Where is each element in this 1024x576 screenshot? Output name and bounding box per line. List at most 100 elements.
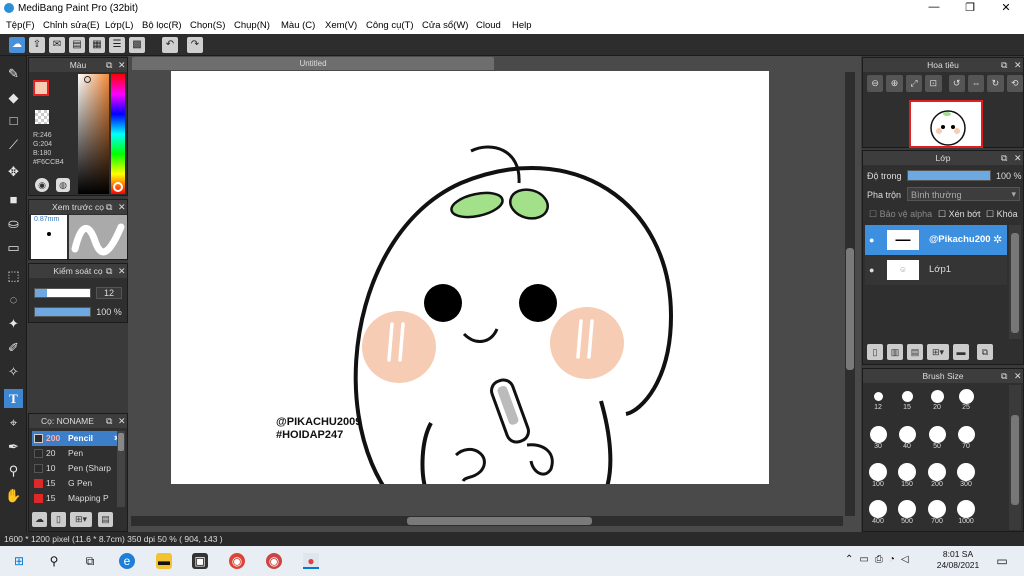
rotate-right-icon[interactable]: ↻ <box>987 75 1004 92</box>
edge-icon[interactable]: e <box>119 553 135 569</box>
protect-alpha-checkbox[interactable]: ☐ Bảo vệ alpha <box>869 209 932 220</box>
folder-icon[interactable]: ▬ <box>953 344 969 360</box>
close-button[interactable]: ✕ <box>996 1 1016 14</box>
search-icon[interactable]: ⚲ <box>46 553 62 569</box>
rotate-left-icon[interactable]: ↺ <box>948 75 965 92</box>
eyedropper-icon[interactable]: ⚲ <box>4 461 23 480</box>
expand-icon[interactable]: ⧉ <box>106 264 112 278</box>
shape-tool-icon[interactable]: □ <box>4 111 23 130</box>
brush-settings-icon[interactable]: ▤ <box>98 512 113 527</box>
flip-icon[interactable]: ⇔ <box>967 75 985 92</box>
palette-icon[interactable]: ◉ <box>35 178 49 192</box>
menu-view[interactable]: Xem(V) <box>325 20 357 31</box>
h-scroll-thumb[interactable] <box>407 517 592 525</box>
brush-item-pen-sharp[interactable]: 10 Pen (Sharp <box>32 461 125 476</box>
brush-size-option[interactable]: 12 <box>865 389 891 411</box>
task-view-icon[interactable]: ⧉ <box>82 553 98 569</box>
transparent-color-swatch[interactable] <box>35 110 49 124</box>
expand-icon[interactable]: ⧉ <box>106 58 112 72</box>
menu-layer[interactable]: Lớp(L) <box>105 20 133 31</box>
menu-select[interactable]: Chọn(S) <box>190 20 225 31</box>
chrome-profile-icon[interactable]: ◉ <box>266 553 282 569</box>
scroll-thumb[interactable] <box>1011 233 1019 333</box>
divide-tool-icon[interactable]: ✒ <box>4 437 23 456</box>
grid-icon[interactable]: ▩ <box>129 37 145 53</box>
brush-item-g-pen[interactable]: 15 G Pen <box>32 476 125 491</box>
brush-size-scrollbar[interactable] <box>1009 385 1021 530</box>
menu-edit[interactable]: Chỉnh sửa(E) <box>43 20 100 31</box>
lasso-icon[interactable]: ◌ <box>4 290 23 309</box>
layer-scrollbar[interactable] <box>1009 225 1021 339</box>
move-tool-icon[interactable]: ✥ <box>4 162 23 181</box>
foreground-color-swatch[interactable] <box>33 80 49 96</box>
close-icon[interactable]: ✕ <box>118 200 126 214</box>
brush-size-option[interactable]: 70 <box>953 426 979 450</box>
close-icon[interactable]: ✕ <box>1014 151 1022 165</box>
text-tool-icon[interactable]: T <box>4 389 23 408</box>
size-slider[interactable] <box>34 288 91 298</box>
bucket-tool-icon[interactable]: ⛀ <box>4 214 23 233</box>
expand-icon[interactable]: ⧉ <box>1001 369 1007 383</box>
brush-size-option[interactable]: 500 <box>894 500 920 525</box>
menu-file[interactable]: Tệp(F) <box>6 20 35 31</box>
minimize-button[interactable]: — <box>924 1 944 13</box>
operation-tool-icon[interactable]: ⌖ <box>4 413 23 432</box>
lock-checkbox[interactable]: ☐ Khóa <box>986 209 1018 220</box>
comment-icon[interactable]: ✉ <box>49 37 65 53</box>
share-icon[interactable]: ⇪ <box>29 37 45 53</box>
brush-size-option[interactable]: 30 <box>865 426 891 450</box>
saturation-box[interactable] <box>78 74 109 194</box>
brush-size-option[interactable]: 100 <box>865 463 891 488</box>
brush-item-pen[interactable]: 20 Pen <box>32 446 125 461</box>
hue-handle[interactable] <box>113 182 123 192</box>
blend-mode-select[interactable]: Bình thường ▾ <box>907 187 1020 201</box>
drawing-canvas[interactable]: @PIKACHU2009 #HOIDAP247 <box>171 71 769 484</box>
clipping-checkbox[interactable]: ☐ Xén bớt <box>938 209 981 220</box>
reset-rotation-icon[interactable]: ⟲ <box>1006 75 1023 92</box>
new-brush-icon[interactable]: ▯ <box>51 512 66 527</box>
brush-item-pencil[interactable]: 200Pencil✲ <box>32 431 125 446</box>
vertical-scrollbar[interactable] <box>845 72 855 516</box>
expand-icon[interactable]: ⧉ <box>1001 58 1007 72</box>
magic-wand-icon[interactable]: ✦ <box>4 314 23 333</box>
page-icon[interactable]: ▦ <box>89 37 105 53</box>
menu-help[interactable]: Help <box>512 20 532 31</box>
brush-size-option[interactable]: 20 <box>924 389 950 411</box>
close-icon[interactable]: ✕ <box>118 414 126 428</box>
color-wheel-icon[interactable]: ◍ <box>56 178 70 192</box>
undo-icon[interactable]: ↶ <box>162 37 178 53</box>
close-icon[interactable]: ✕ <box>1014 369 1022 383</box>
menu-filter[interactable]: Bộ lọc(R) <box>142 20 182 31</box>
document-tab[interactable]: Untitled <box>132 57 494 70</box>
scroll-thumb[interactable] <box>1011 415 1019 505</box>
close-icon[interactable]: ✕ <box>118 264 126 278</box>
brush-tool-icon[interactable]: ✎ <box>4 64 23 83</box>
layer-row[interactable]: ● ☺ Lớp1 <box>865 255 1007 285</box>
brush-size-option[interactable]: 300 <box>953 463 979 488</box>
color-picker-handle[interactable] <box>84 76 91 83</box>
expand-icon[interactable]: ⧉ <box>106 200 112 214</box>
brush-size-option[interactable]: 15 <box>894 389 920 411</box>
brush-list-scrollbar[interactable] <box>117 431 125 507</box>
scroll-thumb[interactable] <box>118 433 124 451</box>
brush-size-option[interactable]: 200 <box>924 463 950 488</box>
menu-tools[interactable]: Công cụ(T) <box>366 20 414 31</box>
cloud-icon[interactable]: ☁ <box>9 37 25 53</box>
new-8bit-layer-icon[interactable]: ▤ <box>907 344 923 360</box>
cloud-brush-icon[interactable]: ☁ <box>32 512 47 527</box>
expand-icon[interactable]: ⧉ <box>1001 151 1007 165</box>
windows-start-icon[interactable]: ⊞ <box>11 553 27 569</box>
brush-size-option[interactable]: 50 <box>924 426 950 450</box>
navigator-thumbnail[interactable] <box>909 100 983 148</box>
notification-icon[interactable]: ▭ <box>994 553 1010 569</box>
medibang-taskbar-icon[interactable]: ● <box>303 553 319 569</box>
gradient-tool-icon[interactable]: ▭ <box>4 238 23 257</box>
fit-icon[interactable]: ⤢ <box>905 75 923 92</box>
brush-size-option[interactable]: 150 <box>894 463 920 488</box>
horizontal-scrollbar[interactable] <box>131 516 843 526</box>
eraser-tool-icon[interactable]: ◆ <box>4 88 23 107</box>
menu-capture[interactable]: Chụp(N) <box>234 20 270 31</box>
brush-size-option[interactable]: 25 <box>953 389 979 411</box>
select-rect-icon[interactable]: ⬚ <box>4 266 23 285</box>
eye-icon[interactable]: ● <box>869 235 874 245</box>
